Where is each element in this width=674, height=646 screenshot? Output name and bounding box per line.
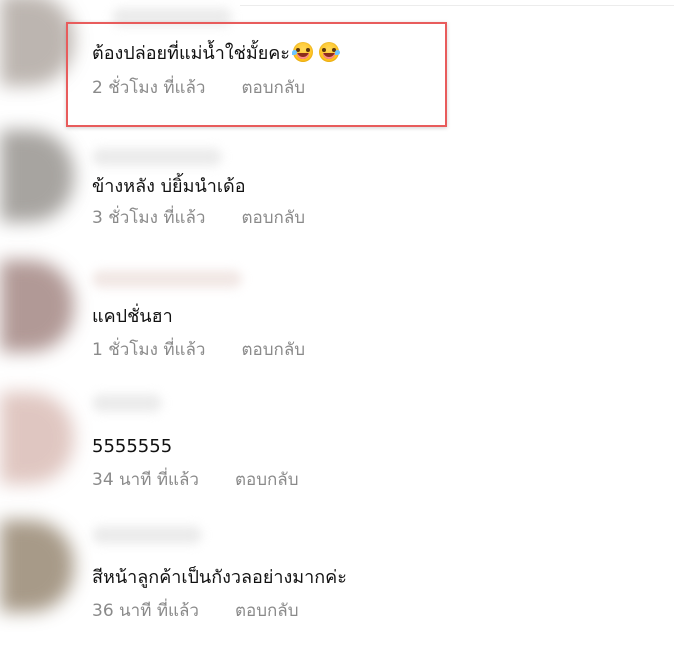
comment-text: แคปชั่นฮา [92,306,173,327]
comment-item: ข้างหลัง บ่ยิ้มนำเด้อ 3 ชั่วโมง ที่แล้ว … [0,130,674,250]
comment-meta: 34 นาที ที่แล้ว ตอบกลับ [92,467,299,491]
comments-page: ต้องปล่อยที่แม่น้ำใช่มั้ยคะ 2 ชั่วโมง ที… [0,0,674,646]
avatar[interactable] [0,260,74,352]
avatar[interactable] [0,520,74,612]
avatar[interactable] [0,0,74,86]
comment-item: แคปชั่นฮา 1 ชั่วโมง ที่แล้ว ตอบกลับ [0,260,674,380]
comment-text: สีหน้าลูกค้าเป็นกังวลอย่างมากค่ะ [92,567,347,588]
comment-meta: 3 ชั่วโมง ที่แล้ว ตอบกลับ [92,205,305,229]
comment-time: 34 นาที ที่แล้ว [92,469,199,490]
comment-time: 2 ชั่วโมง ที่แล้ว [92,77,206,98]
commenter-name-blurred [112,8,232,26]
comment-message: ต้องปล่อยที่แม่น้ำใช่มั้ยคะ [92,43,290,64]
commenter-name-blurred [92,394,162,412]
commenter-name-blurred [92,148,222,166]
comment-item: สีหน้าลูกค้าเป็นกังวลอย่างมากค่ะ 36 นาที… [0,520,674,640]
comment-item: ต้องปล่อยที่แม่น้ำใช่มั้ยคะ 2 ชั่วโมง ที… [0,0,674,120]
commenter-name-blurred [92,526,202,544]
comment-meta: 1 ชั่วโมง ที่แล้ว ตอบกลับ [92,337,305,361]
comment-meta: 36 นาที ที่แล้ว ตอบกลับ [92,598,299,622]
comment-time: 36 นาที ที่แล้ว [92,600,199,621]
comment-text: ต้องปล่อยที่แม่น้ำใช่มั้ยคะ [92,42,340,66]
reply-button[interactable]: ตอบกลับ [241,336,305,363]
reply-button[interactable]: ตอบกลับ [235,597,299,624]
comment-meta: 2 ชั่วโมง ที่แล้ว ตอบกลับ [92,75,305,99]
avatar[interactable] [0,392,74,484]
comment-text: 5555555 [92,436,173,457]
grinning-squinting-face-icon [291,42,313,62]
reply-button[interactable]: ตอบกลับ [241,74,305,101]
avatar[interactable] [0,130,74,222]
reply-button[interactable]: ตอบกลับ [235,466,299,493]
reply-button[interactable]: ตอบกลับ [241,204,305,231]
comment-time: 3 ชั่วโมง ที่แล้ว [92,207,206,228]
grinning-squinting-face-icon [318,42,340,62]
comment-text: ข้างหลัง บ่ยิ้มนำเด้อ [92,176,246,197]
commenter-name-blurred [92,270,242,288]
comment-time: 1 ชั่วโมง ที่แล้ว [92,339,206,360]
comment-item: 5555555 34 นาที ที่แล้ว ตอบกลับ [0,390,674,510]
